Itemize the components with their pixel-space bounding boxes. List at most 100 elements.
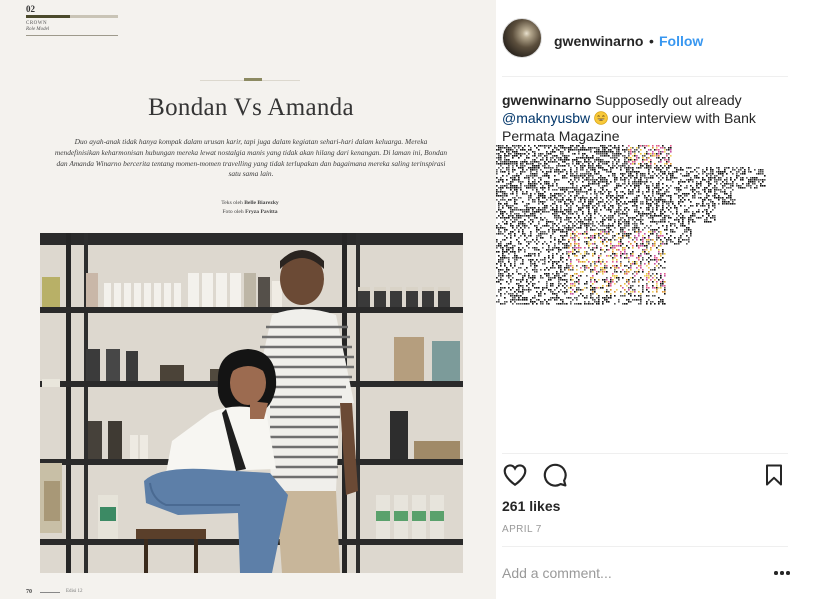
noise-pixel: [610, 245, 612, 247]
caption-mention[interactable]: @maknyusbw: [502, 110, 590, 126]
noise-pixel: [714, 189, 716, 191]
noise-pixel: [664, 191, 666, 193]
noise-pixel: [582, 147, 584, 149]
noise-pixel: [648, 273, 650, 275]
noise-pixel: [626, 167, 628, 169]
noise-pixel: [684, 231, 686, 233]
noise-pixel: [710, 171, 712, 173]
noise-pixel: [680, 169, 682, 171]
noise-pixel: [582, 255, 584, 257]
noise-pixel: [514, 259, 516, 261]
noise-pixel: [732, 169, 734, 171]
noise-pixel: [658, 253, 660, 255]
header-username[interactable]: gwenwinarno: [554, 33, 643, 49]
noise-pixel: [612, 147, 614, 149]
more-options-icon: [780, 571, 784, 575]
magazine-footer-edition: Edisi 12: [66, 589, 83, 594]
noise-pixel: [504, 195, 506, 197]
noise-pixel: [666, 191, 668, 193]
noise-pixel: [602, 185, 604, 187]
noise-pixel: [652, 301, 654, 303]
noise-pixel: [630, 191, 632, 193]
noise-pixel: [500, 171, 502, 173]
noise-pixel: [534, 283, 536, 285]
noise-pixel: [586, 225, 588, 227]
noise-pixel: [670, 201, 672, 203]
noise-pixel: [578, 175, 580, 177]
noise-pixel: [640, 183, 642, 185]
noise-pixel: [606, 285, 608, 287]
noise-pixel: [570, 199, 572, 201]
noise-pixel: [600, 181, 602, 183]
noise-pixel: [558, 227, 560, 229]
noise-pixel: [714, 215, 716, 217]
noise-pixel: [670, 225, 672, 227]
comment-input[interactable]: [502, 563, 752, 583]
noise-pixel: [686, 239, 688, 241]
noise-pixel: [556, 179, 558, 181]
noise-pixel: [578, 193, 580, 195]
post-image[interactable]: 02 CROWN Role Model Bondan Vs Amanda Duo…: [0, 0, 496, 599]
like-count[interactable]: 261 likes: [502, 498, 560, 514]
noise-pixel: [670, 165, 672, 167]
save-button[interactable]: [762, 462, 790, 490]
noise-pixel: [594, 287, 596, 289]
noise-pixel: [522, 167, 524, 169]
noise-pixel: [596, 203, 598, 205]
noise-pixel: [568, 149, 570, 151]
noise-pixel: [708, 213, 710, 215]
noise-pixel: [604, 203, 606, 205]
noise-pixel: [662, 303, 664, 305]
noise-pixel: [532, 247, 534, 249]
noise-pixel: [512, 231, 514, 233]
noise-pixel: [520, 185, 522, 187]
noise-pixel: [636, 191, 638, 193]
like-button[interactable]: [502, 462, 530, 490]
avatar[interactable]: [502, 18, 542, 58]
noise-pixel: [504, 191, 506, 193]
noise-pixel: [574, 291, 576, 293]
noise-pixel: [750, 187, 752, 189]
magazine-photo: [40, 233, 463, 573]
noise-pixel: [664, 291, 666, 293]
noise-pixel: [630, 201, 632, 203]
noise-pixel: [722, 173, 724, 175]
comment-button[interactable]: [542, 462, 570, 490]
noise-pixel: [686, 227, 688, 229]
noise-pixel: [580, 303, 582, 305]
noise-pixel: [524, 227, 526, 229]
noise-pixel: [584, 255, 586, 257]
noise-pixel: [706, 193, 708, 195]
noise-pixel: [500, 245, 502, 247]
noise-pixel: [500, 157, 502, 159]
noise-pixel: [588, 181, 590, 183]
noise-pixel: [554, 245, 556, 247]
noise-pixel: [546, 223, 548, 225]
noise-pixel: [610, 215, 612, 217]
noise-pixel: [622, 163, 624, 165]
noise-pixel: [534, 211, 536, 213]
noise-pixel: [700, 181, 702, 183]
noise-pixel: [534, 201, 536, 203]
noise-pixel: [588, 165, 590, 167]
noise-pixel: [510, 263, 512, 265]
noise-pixel: [502, 175, 504, 177]
follow-button[interactable]: Follow: [659, 33, 703, 49]
caption-username[interactable]: gwenwinarno: [502, 92, 591, 108]
noise-pixel: [652, 215, 654, 217]
noise-pixel: [530, 175, 532, 177]
noise-pixel: [598, 191, 600, 193]
noise-pixel: [646, 279, 648, 281]
post-date[interactable]: APRIL 7: [502, 524, 542, 535]
noise-pixel: [566, 243, 568, 245]
noise-pixel: [706, 195, 708, 197]
noise-pixel: [602, 161, 604, 163]
noise-pixel: [562, 169, 564, 171]
noise-pixel: [512, 181, 514, 183]
noise-pixel: [504, 211, 506, 213]
more-options-button[interactable]: [772, 566, 792, 580]
noise-pixel: [538, 223, 540, 225]
noise-pixel: [504, 153, 506, 155]
noise-pixel: [550, 297, 552, 299]
noise-pixel: [732, 167, 734, 169]
